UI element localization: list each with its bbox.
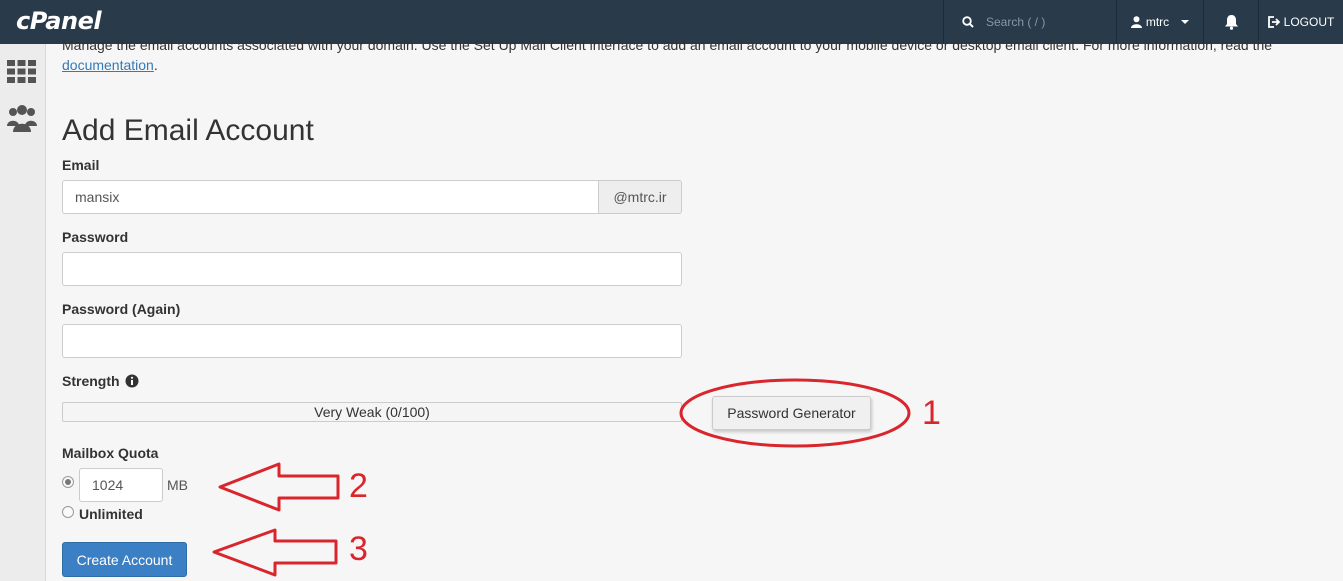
- intro-description: Manage the email accounts associated wit…: [62, 37, 1273, 53]
- intro-text: Manage the email accounts associated wit…: [62, 35, 1337, 75]
- mailbox-quota-label: Mailbox Quota: [62, 445, 159, 461]
- users-group-icon[interactable]: [7, 104, 37, 132]
- search-icon: [962, 16, 974, 28]
- password-generator-button[interactable]: Password Generator: [712, 396, 871, 430]
- cpanel-logo[interactable]: cPanel: [16, 7, 102, 35]
- page-title: Add Email Account: [62, 114, 314, 147]
- username: mtrc: [1145, 15, 1170, 29]
- intro-end: .: [153, 57, 158, 73]
- password-field[interactable]: [62, 252, 682, 286]
- annotation-arrow-2: [218, 462, 340, 512]
- left-sidebar: [0, 44, 46, 581]
- quota-unit: MB: [167, 477, 188, 493]
- quota-unlimited-radio[interactable]: [62, 506, 74, 518]
- search-input[interactable]: [986, 15, 1106, 29]
- email-field[interactable]: [62, 180, 599, 214]
- annotation-overlay: [212, 378, 911, 577]
- strength-label-row: Strength: [62, 373, 139, 389]
- email-domain-addon: @mtrc.ir: [598, 180, 682, 214]
- create-account-button[interactable]: Create Account: [62, 542, 187, 577]
- unlimited-label: Unlimited: [79, 506, 143, 522]
- apps-grid-icon[interactable]: [7, 60, 36, 83]
- info-icon[interactable]: [125, 374, 139, 388]
- quota-limited-radio[interactable]: [62, 476, 74, 488]
- quota-input[interactable]: [79, 468, 163, 502]
- documentation-link[interactable]: documentation: [62, 57, 154, 73]
- annotation-number-1: 1: [922, 394, 941, 432]
- strength-label: Strength: [62, 373, 120, 389]
- bell-icon: [1224, 15, 1238, 30]
- email-label: Email: [62, 157, 100, 173]
- user-icon: [1130, 16, 1142, 28]
- annotation-arrow-3: [212, 528, 338, 577]
- logout-label: LOGOUT: [1283, 15, 1335, 29]
- annotation-number-3: 3: [349, 530, 368, 568]
- password-again-label: Password (Again): [62, 301, 181, 317]
- password-strength-meter: Very Weak (0/100): [62, 402, 682, 422]
- chevron-down-icon: [1181, 20, 1190, 24]
- logout-icon: [1267, 16, 1280, 28]
- password-label: Password: [62, 229, 129, 245]
- password-again-field[interactable]: [62, 324, 682, 358]
- annotation-number-2: 2: [349, 467, 368, 505]
